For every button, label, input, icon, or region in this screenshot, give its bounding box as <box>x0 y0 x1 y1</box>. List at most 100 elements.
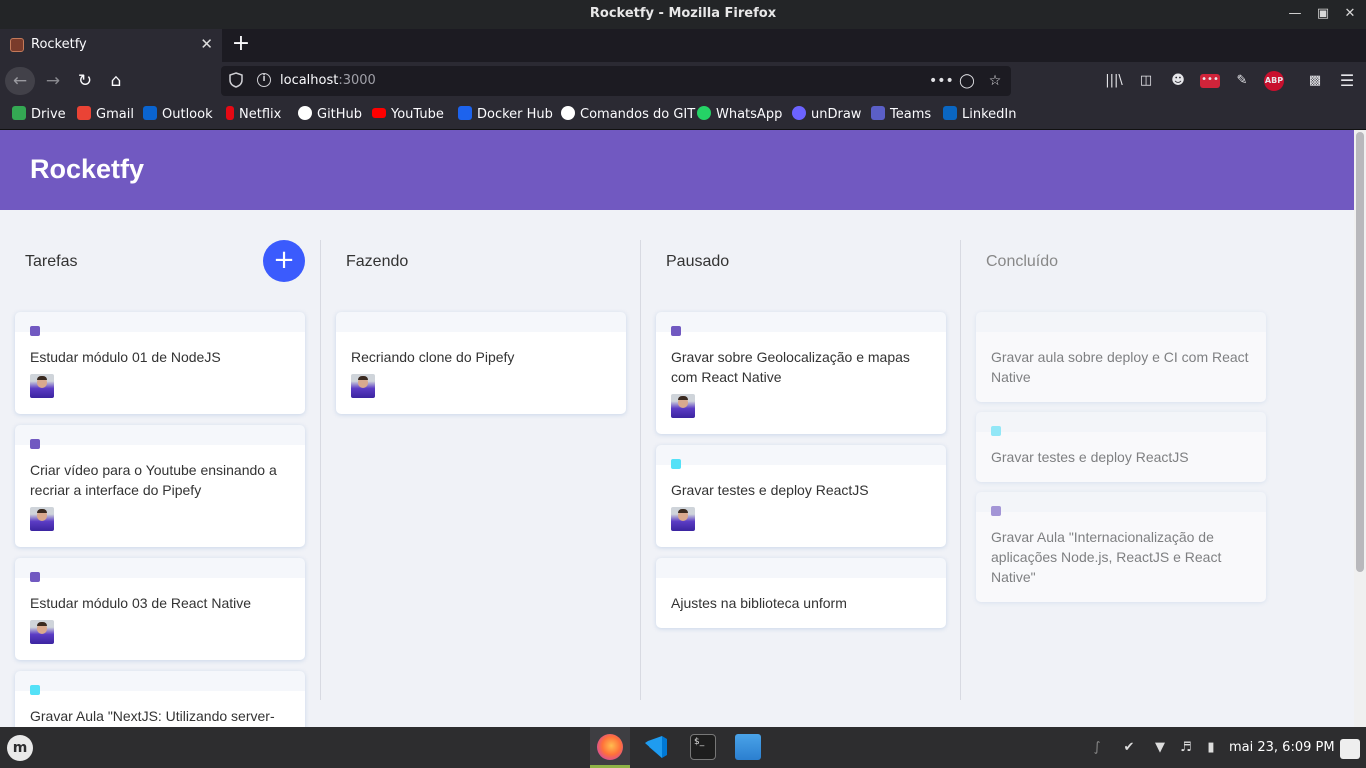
outlook-icon <box>143 106 157 120</box>
bookmark-drive[interactable]: Drive <box>12 106 66 124</box>
taskbar-vscode[interactable] <box>636 727 676 768</box>
clock[interactable]: mai 23, 6:09 PM <box>1229 740 1335 755</box>
minimize-icon[interactable]: — <box>1284 4 1306 24</box>
github-icon <box>561 106 575 120</box>
adblock-plus-icon[interactable]: ABP <box>1264 71 1284 91</box>
tracking-shield-icon[interactable] <box>229 72 243 88</box>
bookmark-gmail[interactable]: Gmail <box>77 106 134 124</box>
column-title: Pausado <box>666 253 730 270</box>
bookmark-undraw[interactable]: unDraw <box>792 106 861 124</box>
shield-update-icon[interactable]: ✔ <box>1120 739 1138 757</box>
url-text[interactable]: localhost:3000 <box>280 73 376 88</box>
card[interactable]: Gravar Aula "NextJS: Utilizando server- <box>15 671 305 727</box>
maximize-icon[interactable]: ▣ <box>1312 4 1334 24</box>
card-content: Gravar testes e deploy ReactJS <box>991 449 1189 465</box>
terminal-icon: $_ <box>690 734 716 760</box>
add-card-button[interactable]: + <box>263 240 305 282</box>
docker-icon <box>458 106 472 120</box>
account-icon[interactable]: ☻ <box>1168 71 1188 91</box>
list-column-concluido: Concluído Gravar aula sobre deploy e CI … <box>960 240 1280 700</box>
teams-icon <box>871 106 885 120</box>
bookmark-label: YouTube <box>391 107 444 122</box>
volume-icon[interactable]: ♬ <box>1177 739 1195 757</box>
user-icon[interactable] <box>1340 739 1360 759</box>
gmail-icon <box>77 106 91 120</box>
forward-arrow-icon[interactable]: → <box>38 67 68 95</box>
netflix-icon <box>226 106 234 120</box>
card-content: Estudar módulo 03 de React Native <box>30 595 252 611</box>
os-taskbar: m $_ ∫ ✔ ▼ ♬ ▮ mai 23, 6:09 PM <box>0 727 1366 768</box>
bookmark-star-icon[interactable]: ☆ <box>985 71 1005 91</box>
lastpass-icon[interactable]: ••• <box>1200 74 1220 88</box>
bookmark-whatsapp[interactable]: WhatsApp <box>697 106 782 124</box>
site-info-icon[interactable]: i <box>257 73 271 87</box>
scrollbar-thumb[interactable] <box>1356 132 1364 572</box>
card[interactable]: Estudar módulo 03 de React Native <box>15 558 305 660</box>
close-window-icon[interactable]: ✕ <box>1339 4 1361 24</box>
card[interactable]: Recriando clone do Pipefy <box>336 312 626 414</box>
bookmark-teams[interactable]: Teams <box>871 106 931 124</box>
card-label <box>671 459 681 469</box>
card[interactable]: Criar vídeo para o Youtube ensinando a r… <box>15 425 305 547</box>
undraw-icon <box>792 106 806 120</box>
bookmark-outlook[interactable]: Outlook <box>143 106 213 124</box>
avatar <box>671 394 695 418</box>
pocket-icon[interactable]: ◯ <box>957 71 977 91</box>
avatar <box>671 507 695 531</box>
card[interactable]: Gravar Aula "Internacionalização de apli… <box>976 492 1266 602</box>
library-icon[interactable]: |||\ <box>1104 71 1124 91</box>
tab-rocketfy[interactable]: Rocketfy ✕ <box>0 29 222 62</box>
bookmark-label: LinkedIn <box>962 107 1017 122</box>
list-column-fazendo: Fazendo Recriando clone do Pipefy <box>320 240 640 700</box>
bookmark-docker-hub[interactable]: Docker Hub <box>458 106 553 124</box>
card[interactable]: Gravar sobre Geolocalização e mapas com … <box>656 312 946 434</box>
card[interactable]: Ajustes na biblioteca unform <box>656 558 946 628</box>
url-bar[interactable]: i localhost:3000 ••• ◯ ☆ <box>221 66 1011 96</box>
back-arrow-icon[interactable]: ← <box>5 67 35 95</box>
bookmark-github[interactable]: GitHub <box>298 106 362 124</box>
battery-icon[interactable]: ▮ <box>1202 739 1220 757</box>
extensions-icon[interactable]: ▩ <box>1305 71 1325 91</box>
card[interactable]: Gravar testes e deploy ReactJS <box>976 412 1266 482</box>
new-tab-icon[interactable]: + <box>229 32 253 58</box>
page-actions-icon[interactable]: ••• <box>929 71 954 91</box>
column-title: Fazendo <box>346 253 409 270</box>
url-host: localhost <box>280 73 339 88</box>
bookmark-youtube[interactable]: YouTube <box>372 106 444 124</box>
card-label <box>30 685 40 695</box>
bookmark-label: WhatsApp <box>716 107 783 122</box>
card-content: Recriando clone do Pipefy <box>351 349 515 365</box>
taskbar-firefox[interactable] <box>590 727 630 768</box>
bookmark-label: Teams <box>890 107 932 122</box>
card-label <box>671 326 681 336</box>
card-label <box>30 439 40 449</box>
bookmark-netflix[interactable]: Netflix <box>226 106 281 124</box>
sidebar-icon[interactable]: ◫ <box>1136 71 1156 91</box>
close-tab-icon[interactable]: ✕ <box>200 35 213 53</box>
bookmark-linkedin[interactable]: LinkedIn <box>943 106 1016 124</box>
card[interactable]: Gravar aula sobre deploy e CI com React … <box>976 312 1266 402</box>
bookmark-comandos-git[interactable]: Comandos do GIT <box>561 106 695 124</box>
list-column-tarefas: Tarefas + Estudar módulo 01 de NodeJS Cr… <box>0 240 320 727</box>
page-scrollbar[interactable] <box>1354 130 1366 727</box>
linux-mint-menu-icon[interactable]: m <box>7 735 33 761</box>
avatar <box>351 374 375 398</box>
bookmark-label: Comandos do GIT <box>580 107 696 122</box>
reload-icon[interactable]: ↻ <box>70 67 100 95</box>
menu-hamburger-icon[interactable]: ☰ <box>1337 71 1357 91</box>
column-title: Concluído <box>986 253 1059 270</box>
avatar <box>30 374 54 398</box>
wifi-icon[interactable]: ▼ <box>1151 739 1169 757</box>
bookmark-label: Gmail <box>96 107 134 122</box>
home-icon[interactable]: ⌂ <box>101 67 131 95</box>
bookmark-label: Drive <box>31 107 66 122</box>
page-viewport: Rocketfy Tarefas + Estudar módulo 01 de … <box>0 130 1366 727</box>
color-picker-icon[interactable]: ✎ <box>1232 71 1252 91</box>
drive-icon <box>12 106 26 120</box>
bluetooth-icon[interactable]: ∫ <box>1088 739 1106 757</box>
card[interactable]: Gravar testes e deploy ReactJS <box>656 445 946 547</box>
card[interactable]: Estudar módulo 01 de NodeJS <box>15 312 305 414</box>
taskbar-files[interactable] <box>728 727 768 768</box>
taskbar-terminal[interactable]: $_ <box>683 727 723 768</box>
card-label <box>30 326 40 336</box>
